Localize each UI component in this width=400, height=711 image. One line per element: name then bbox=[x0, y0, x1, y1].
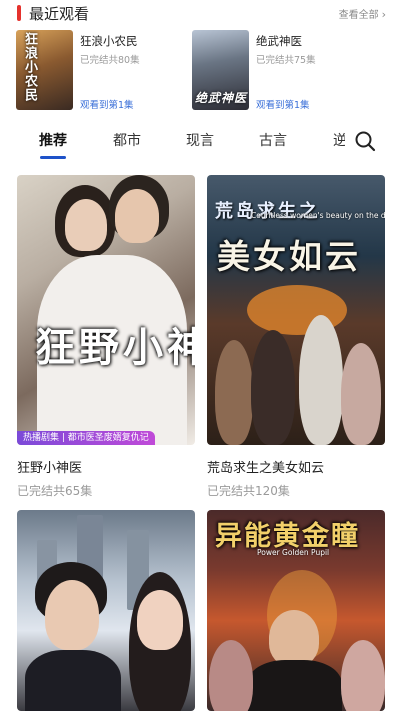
poster-figure-body bbox=[25, 650, 121, 711]
poster-figure-face bbox=[65, 199, 107, 251]
poster-tag: 热播剧集 | 都市医圣废婿复仇记 bbox=[17, 431, 155, 445]
cover-title-text: 绝武神医 bbox=[195, 91, 248, 105]
cover-title-text: 狂浪小农民 bbox=[22, 32, 37, 102]
drama-status: 已完结共120集 bbox=[207, 484, 290, 498]
recent-cover-image: 绝武神医 bbox=[192, 30, 249, 110]
chevron-right-icon: › bbox=[381, 8, 386, 21]
tab-modern-romance[interactable]: 现言 bbox=[186, 130, 214, 150]
tab-urban[interactable]: 都市 bbox=[113, 130, 141, 150]
active-tab-indicator bbox=[40, 156, 66, 159]
poster-figure-face bbox=[137, 590, 183, 650]
drama-card[interactable] bbox=[17, 510, 195, 711]
recent-watched-header: 最近观看 查看全部 › bbox=[0, 0, 400, 26]
category-tabs: 推荐 都市 现言 古言 逆 bbox=[0, 124, 400, 164]
drama-card[interactable]: 异能黄金瞳 Power Golden Pupil bbox=[207, 510, 385, 711]
poster-figure bbox=[209, 640, 253, 711]
poster-figure-body bbox=[247, 660, 342, 711]
recent-item-progress[interactable]: 观看到第1集 bbox=[80, 97, 134, 111]
search-button[interactable] bbox=[354, 130, 376, 152]
see-all-label: 查看全部 bbox=[338, 10, 379, 21]
poster-figure bbox=[215, 340, 253, 445]
drama-card[interactable]: 狂野小神医 热播剧集 | 都市医圣废婿复仇记 狂野小神医 已完结共65集 bbox=[17, 175, 195, 499]
tab-counterattack[interactable]: 逆 bbox=[333, 130, 345, 150]
search-icon bbox=[355, 131, 376, 152]
see-all-link[interactable]: 查看全部 › bbox=[339, 6, 386, 21]
drama-status: 已完结共65集 bbox=[17, 484, 93, 498]
poster-english-text: Countless women's beauty on the desert i… bbox=[251, 211, 385, 220]
drama-title: 狂野小神医 bbox=[17, 461, 83, 476]
drama-poster[interactable]: 异能黄金瞳 Power Golden Pupil bbox=[207, 510, 385, 711]
recent-item-status: 已完结共75集 bbox=[256, 55, 316, 66]
drama-poster[interactable]: 荒岛求生之 Countless women's beauty on the de… bbox=[207, 175, 385, 445]
poster-title: 美女如云 bbox=[217, 237, 361, 276]
recent-cover-image: 狂浪小农民 bbox=[16, 30, 73, 110]
recent-item-name: 狂浪小农民 bbox=[80, 34, 138, 48]
tab-recommend[interactable]: 推荐 bbox=[39, 130, 67, 150]
recent-item[interactable]: 绝武神医 绝武神医 已完结共75集 观看到第1集 bbox=[192, 30, 392, 112]
drama-poster[interactable]: 狂野小神医 热播剧集 | 都市医圣废婿复仇记 bbox=[17, 175, 195, 445]
recent-watched-title: 最近观看 bbox=[29, 5, 90, 23]
poster-figure-face bbox=[115, 189, 159, 243]
recent-item-name: 绝武神医 bbox=[256, 34, 302, 48]
drama-card[interactable]: 荒岛求生之 Countless women's beauty on the de… bbox=[207, 175, 385, 499]
section-accent-bar bbox=[17, 5, 21, 21]
drama-poster[interactable] bbox=[17, 510, 195, 711]
poster-figure bbox=[299, 315, 343, 445]
poster-figure-face bbox=[269, 610, 319, 666]
poster-english-text: Power Golden Pupil bbox=[257, 548, 330, 557]
poster-figure bbox=[341, 343, 381, 445]
recent-item[interactable]: 狂浪小农民 狂浪小农民 已完结共80集 观看到第1集 bbox=[16, 30, 186, 112]
recent-item-progress[interactable]: 观看到第1集 bbox=[256, 97, 310, 111]
recent-item-status: 已完结共80集 bbox=[80, 55, 140, 66]
poster-title: 狂野小神医 bbox=[35, 325, 195, 371]
poster-figure-face bbox=[45, 580, 99, 650]
tab-ancient-romance[interactable]: 古言 bbox=[259, 130, 287, 150]
poster-figure bbox=[341, 640, 385, 711]
drama-title: 荒岛求生之美女如云 bbox=[207, 461, 325, 476]
poster-figure bbox=[251, 330, 295, 445]
